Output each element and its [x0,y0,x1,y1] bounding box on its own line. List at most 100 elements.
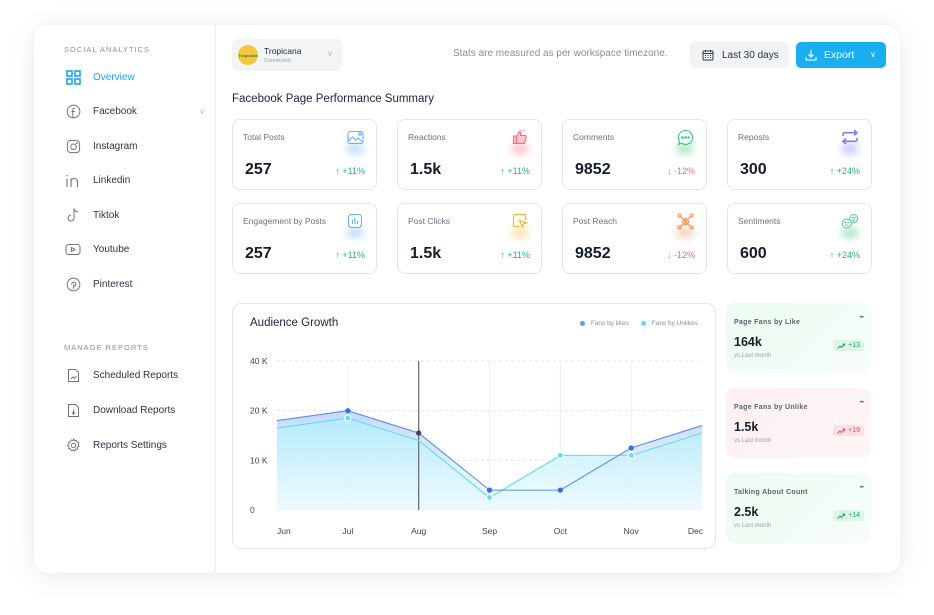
arrow-down-icon: ↓ [666,250,672,260]
arrow-up-icon: ↑ [829,166,835,176]
stat-delta-value: -12% [673,250,695,260]
metric-label: Page Fans by Unlike [734,404,808,411]
stat-delta-value: +11% [342,250,365,260]
date-range-button[interactable]: Last 30 days [690,42,789,68]
stat-card-sentiments[interactable]: Sentiments 600 ↑ +24% [727,203,872,274]
stat-card-comments[interactable]: Comments 9852 ↓ -12% [562,119,707,190]
sidebar-item-instagram[interactable]: Instagram [34,129,215,164]
stat-label: Post Clicks [408,216,451,226]
sidebar-item-tiktok[interactable]: Tiktok [34,198,215,233]
export-button[interactable]: Export ∨ [796,42,886,68]
more-options-icon[interactable]: ••• [860,315,864,321]
audience-growth-chart: Audience Growth Fans by likes Fans by Un… [232,303,716,549]
metric-card-page-fans-by-like: Page Fans by Like ••• 164k vs Last month… [726,303,871,373]
stat-card-reposts[interactable]: Reposts 300 ↑ +24% [727,119,872,190]
point-fans-by-unlikes [485,493,494,502]
sidebar-item-label: Linkedin [93,175,131,187]
reports-nav: Scheduled Reports Download Reports Repor… [34,358,215,463]
stat-value: 1.5k [410,161,442,178]
pinterest-icon [65,276,81,292]
sidebar-item-label: Reports Settings [93,439,167,451]
y-tick-label: 10 K [250,455,268,465]
stat-delta: ↑ +11% [500,166,530,176]
gear-icon [65,437,81,453]
sidebar-item-label: Youtube [93,244,130,256]
arrow-up-icon: ↑ [500,250,505,260]
sidebar-item-pinterest[interactable]: Pinterest [34,267,215,302]
stat-card-post-clicks[interactable]: Post Clicks 1.5k ↑ +11% [397,203,542,274]
metric-badge: +14 [833,510,864,521]
stat-card-engagement-by-posts[interactable]: Engagement by Posts 257 ↑ +11% [232,203,377,274]
sidebar-item-label: Scheduled Reports [93,369,179,381]
stat-label: Post Reach [573,216,617,226]
stat-label: Comments [573,132,615,142]
metric-value: 1.5k [734,420,759,434]
cursor-click-icon [511,212,529,230]
stat-delta: ↓ -12% [667,166,695,176]
y-tick-label: 40 K [250,356,268,366]
point-fans-by-likes [628,445,634,451]
more-options-icon[interactable]: ••• [860,400,864,406]
account-selector[interactable]: Tropicana Tropicana Connected ∨ [232,39,342,71]
section-title-manage-reports: MANAGE REPORTS [64,342,149,352]
arrow-down-icon: ↓ [666,166,672,176]
sidebar-item-reports-settings[interactable]: Reports Settings [34,428,215,463]
chevron-down-icon[interactable]: ∨ [199,107,205,116]
metric-value: 2.5k [734,505,759,519]
arrow-up-icon: ↑ [500,166,505,176]
chevron-down-icon: ∨ [327,49,333,58]
stat-delta: ↑ +24% [830,250,860,260]
chevron-down-icon[interactable]: ∨ [870,50,876,59]
stat-delta: ↑ +11% [500,250,530,260]
stat-value: 1.5k [410,245,442,262]
point-fans-by-unlikes [556,451,564,459]
sidebar-item-scheduled-reports[interactable]: Scheduled Reports [34,358,215,393]
repost-icon [841,128,859,146]
youtube-icon [65,242,81,258]
stat-card-reactions[interactable]: Reactions 1.5k ↑ +11% [397,119,542,190]
stat-card-total-posts[interactable]: Total Posts 257 ↑ +11% [232,119,377,190]
account-status: Connected [264,58,291,64]
sentiment-faces-icon [841,212,859,230]
stat-delta: ↑ +11% [335,250,365,260]
arrow-up-icon: ↑ [829,250,835,260]
x-tick-label: Aug [411,526,426,536]
sidebar-item-download-reports[interactable]: Download Reports [34,393,215,428]
point-fans-by-likes [416,430,422,436]
metric-comparison: vs Last month [734,523,772,529]
x-tick-label: Sep [482,526,497,536]
sidebar-item-youtube[interactable]: Youtube [34,233,215,268]
date-range-label: Last 30 days [722,49,779,61]
stat-delta-value: +24% [836,250,860,260]
bar-chart-icon [346,212,364,230]
sidebar-item-label: Overview [93,71,135,83]
chat-bubble-icon [676,128,694,146]
stat-card-post-reach[interactable]: Post Reach 9852 ↓ -12% [562,203,707,274]
x-tick-label: Oct [554,526,568,536]
stat-delta-value: +11% [507,166,530,176]
stat-delta-value: +11% [342,166,365,176]
sidebar-item-label: Tiktok [93,209,120,221]
more-options-icon[interactable]: ••• [860,485,864,491]
app-window: SOCIAL ANALYTICS Overview Facebook ∨ Ins… [34,25,900,573]
scheduled-report-icon [65,367,81,383]
sidebar-item-overview[interactable]: Overview [34,60,215,95]
trend-up-icon [837,513,846,519]
stat-label: Total Posts [243,132,285,142]
stat-delta-value: -12% [673,166,695,176]
image-icon [346,128,364,146]
calendar-icon [702,49,714,61]
grid-icon [65,69,81,85]
sidebar-item-facebook[interactable]: Facebook ∨ [34,95,215,130]
thumbs-up-icon [511,128,529,146]
chart-plot: 0 10 K 20 K 40 K Jun Jul Aug Sep Oct Nov Dec [250,356,704,536]
sidebar-item-linkedin[interactable]: Linkedin [34,164,215,199]
metric-comparison: vs Last month [734,353,772,359]
export-label: Export [824,49,855,61]
page-title: Facebook Page Performance Summary [232,93,434,105]
arrow-up-icon: ↑ [335,166,340,176]
stat-value: 257 [245,245,272,262]
section-title-social-analytics: SOCIAL ANALYTICS [64,45,151,54]
stat-label: Reactions [408,132,446,142]
stat-delta: ↑ +24% [830,166,860,176]
